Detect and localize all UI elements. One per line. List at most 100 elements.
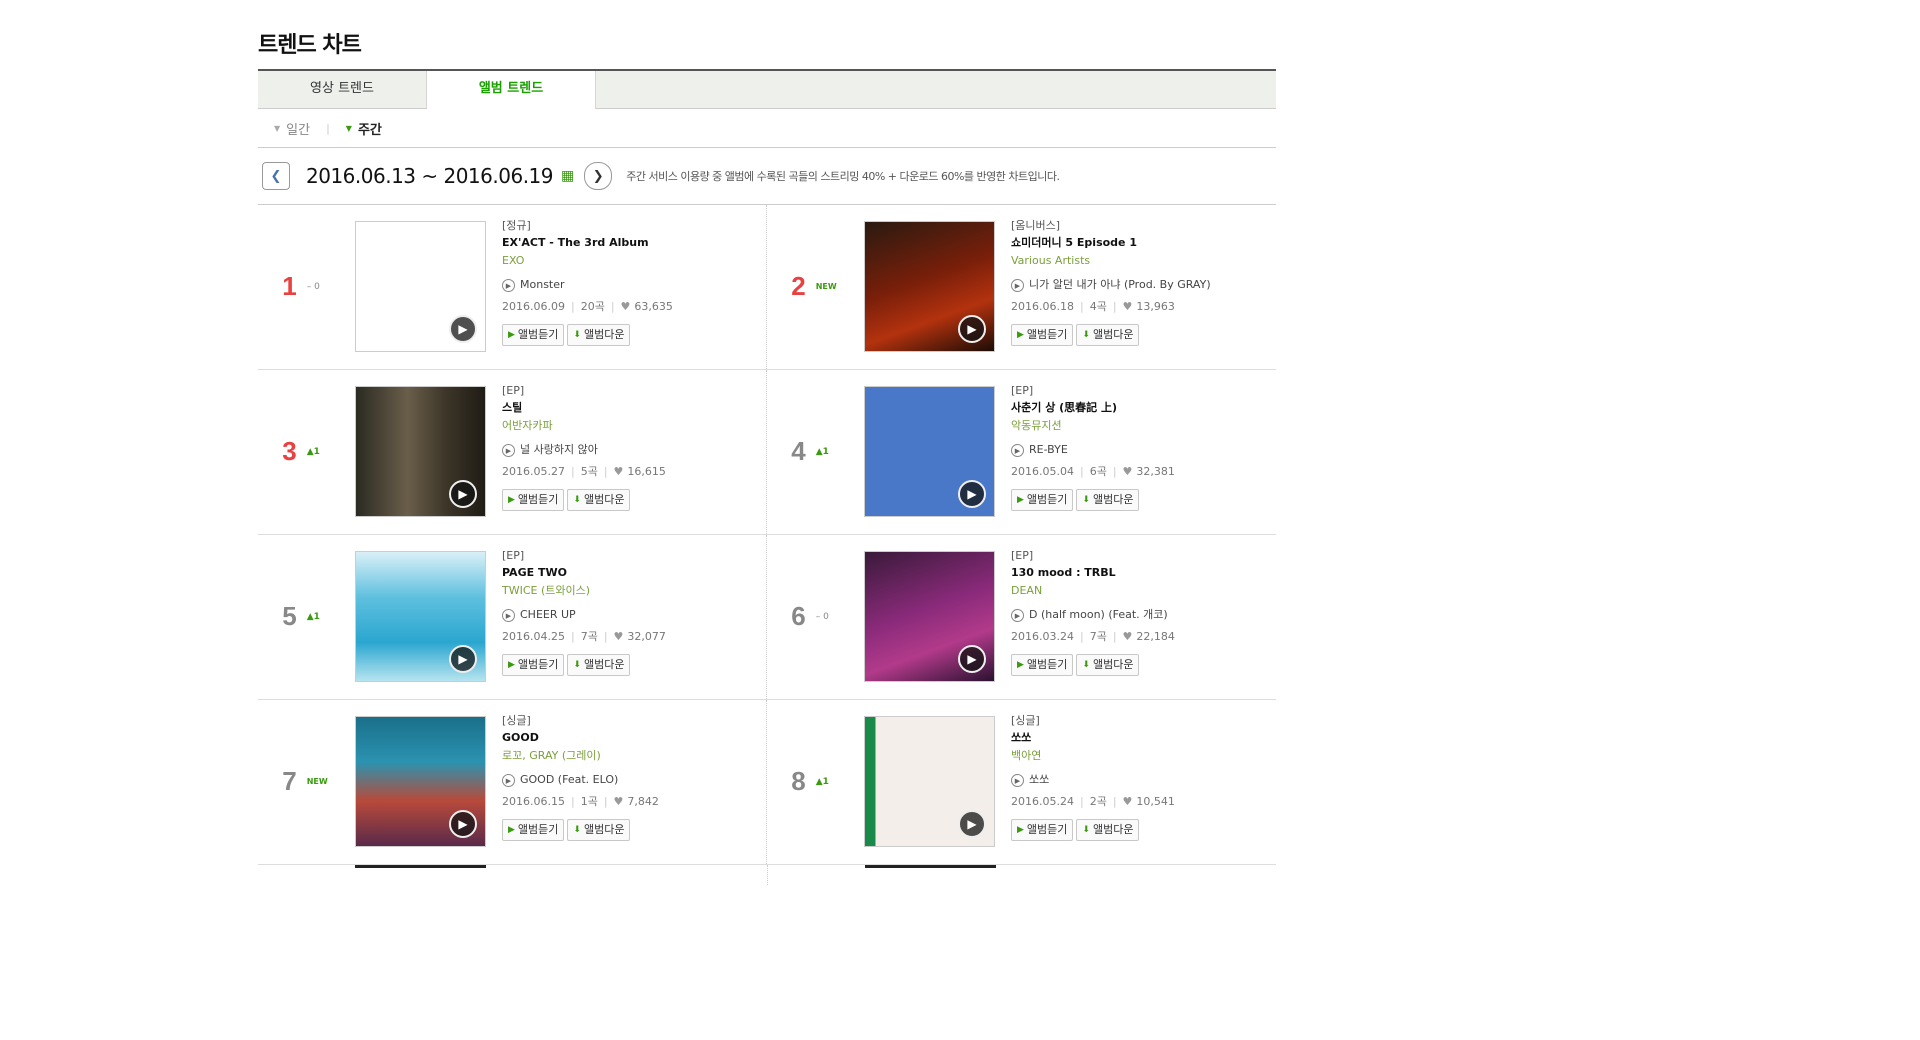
calendar-icon[interactable]: ▦ — [561, 168, 574, 184]
title-song[interactable]: ▶ Monster — [502, 273, 757, 297]
play-icon[interactable]: ▶ — [449, 810, 477, 838]
rank-number: 1 — [282, 271, 297, 301]
chart-row: 1 – 0 ▶ [정규] EX'ACT - The 3rd Album EXO ▶ Monst… — [258, 205, 1276, 370]
download-album-button[interactable]: ⬇ 앨범다운 — [1076, 819, 1140, 841]
play-icon[interactable]: ▶ — [958, 315, 986, 343]
download-album-button[interactable]: ⬇ 앨범다운 — [1076, 654, 1140, 676]
album-title[interactable]: 130 mood : TRBL — [1011, 564, 1266, 582]
listen-album-button[interactable]: ▶ 앨범듣기 — [502, 819, 565, 841]
title-song[interactable]: ▶ GOOD (Feat. ELO) — [502, 768, 757, 792]
play-icon: ▶ — [1017, 495, 1024, 505]
period-selector: ▼ 일간 | ▼ 주간 — [258, 109, 1276, 148]
album-cover[interactable]: ▶ — [864, 551, 995, 682]
album-title[interactable]: 쏘쏘 — [1011, 729, 1266, 747]
title-song[interactable]: ▶ 니가 알던 내가 아냐 (Prod. By GRAY) — [1011, 273, 1266, 297]
album-artist[interactable]: 백아연 — [1011, 747, 1266, 765]
listen-album-button[interactable]: ▶ 앨범듣기 — [502, 324, 565, 346]
rank-change: ▲1 — [815, 776, 829, 787]
title-song[interactable]: ▶ RE-BYE — [1011, 438, 1266, 462]
album-artist[interactable]: DEAN — [1011, 582, 1266, 600]
album-title[interactable]: GOOD — [502, 729, 757, 747]
album-cover[interactable]: ▶ — [355, 716, 486, 847]
album-cover[interactable]: ▶ — [355, 551, 486, 682]
download-album-button[interactable]: ⬇ 앨범다운 — [567, 489, 631, 511]
album-chart-list: 1 – 0 ▶ [정규] EX'ACT - The 3rd Album EXO ▶ Monst… — [258, 205, 1276, 865]
album-type: [EP] — [502, 384, 525, 397]
prev-week-button[interactable]: ❮ — [262, 162, 290, 190]
rank-change: ▲1 — [815, 446, 829, 457]
listen-album-button[interactable]: ▶ 앨범듣기 — [1011, 324, 1074, 346]
heart-icon[interactable]: ♥ — [1123, 462, 1133, 482]
download-album-button[interactable]: ⬇ 앨범다운 — [567, 654, 631, 676]
play-icon: ▶ — [1017, 825, 1024, 835]
album-cover[interactable]: ▶ — [864, 386, 995, 517]
download-album-button[interactable]: ⬇ 앨범다운 — [1076, 489, 1140, 511]
tab-video-trend[interactable]: 영상 트렌드 — [258, 71, 427, 108]
download-icon: ⬇ — [573, 825, 581, 835]
play-icon[interactable]: ▶ — [449, 480, 477, 508]
album-buttons: ▶ 앨범듣기 ⬇ 앨범다운 — [1011, 324, 1266, 346]
play-icon[interactable]: ▶ — [958, 480, 986, 508]
play-icon[interactable]: ▶ — [958, 810, 986, 838]
rank-area: 1 – 0 — [258, 221, 355, 352]
album-artist[interactable]: 어반자카파 — [502, 417, 757, 435]
album-item: 2 NEW ▶ [옴니버스] 쇼미더머니 5 Episode 1 Various Arti… — [767, 205, 1276, 369]
download-album-button[interactable]: ⬇ 앨범다운 — [567, 324, 631, 346]
heart-icon[interactable]: ♥ — [1123, 297, 1133, 317]
album-title[interactable]: 사춘기 상 (思春記 上) — [1011, 399, 1266, 417]
rank-change: ▲1 — [306, 446, 320, 457]
release-date: 2016.06.09 — [502, 300, 565, 313]
album-artist[interactable]: Various Artists — [1011, 252, 1266, 270]
download-icon: ⬇ — [1082, 825, 1090, 835]
album-cover[interactable]: ▶ — [355, 386, 486, 517]
heart-icon[interactable]: ♥ — [621, 297, 631, 317]
album-cover[interactable] — [864, 865, 996, 868]
divider: | — [1112, 465, 1117, 478]
play-icon[interactable]: ▶ — [958, 645, 986, 673]
album-title[interactable]: EX'ACT - The 3rd Album — [502, 234, 757, 252]
album-artist[interactable]: EXO — [502, 252, 757, 270]
listen-album-button[interactable]: ▶ 앨범듣기 — [1011, 489, 1074, 511]
play-circle-icon: ▶ — [1011, 278, 1024, 292]
album-cover[interactable]: ▶ — [864, 221, 995, 352]
period-daily[interactable]: ▼ 일간 — [274, 119, 310, 138]
heart-icon[interactable]: ♥ — [614, 792, 624, 812]
play-icon[interactable]: ▶ — [449, 315, 477, 343]
album-artist[interactable]: TWICE (트와이스) — [502, 582, 757, 600]
period-weekly[interactable]: ▼ 주간 — [346, 119, 382, 138]
rank-number: 8 — [791, 766, 806, 796]
listen-album-button[interactable]: ▶ 앨범듣기 — [502, 654, 565, 676]
heart-icon[interactable]: ♥ — [614, 627, 624, 647]
heart-icon[interactable]: ♥ — [1123, 627, 1133, 647]
divider: | — [570, 630, 575, 643]
title-song[interactable]: ▶ D (half moon) (Feat. 개코) — [1011, 603, 1266, 627]
tab-album-trend[interactable]: 앨범 트렌드 — [427, 71, 596, 109]
title-song[interactable]: ▶ CHEER UP — [502, 603, 757, 627]
divider: | — [1112, 795, 1117, 808]
album-cover[interactable] — [355, 865, 486, 868]
album-title[interactable]: 스틸 — [502, 399, 757, 417]
album-meta: 2016.06.18 | 4곡 | ♥ 13,963 — [1011, 297, 1266, 317]
track-count: 1곡 — [580, 795, 598, 808]
track-count: 7곡 — [580, 630, 598, 643]
trend-chart-section: 트렌드 차트 영상 트렌드 앨범 트렌드 ▼ 일간 | ▼ 주간 ❮ 2016.… — [258, 30, 1276, 885]
heart-icon[interactable]: ♥ — [614, 462, 624, 482]
title-song[interactable]: ▶ 널 사랑하지 않아 — [502, 438, 757, 462]
listen-album-button[interactable]: ▶ 앨범듣기 — [502, 489, 565, 511]
album-cover[interactable]: ▶ — [355, 221, 486, 352]
album-title[interactable]: 쇼미더머니 5 Episode 1 — [1011, 234, 1266, 252]
listen-album-button[interactable]: ▶ 앨범듣기 — [1011, 819, 1074, 841]
album-artist[interactable]: 로꼬, GRAY (그레이) — [502, 747, 757, 765]
rank-area: 5 ▲1 — [258, 551, 355, 682]
heart-icon[interactable]: ♥ — [1123, 792, 1133, 812]
next-week-button[interactable]: ❯ — [584, 162, 613, 190]
album-cover[interactable]: ▶ — [864, 716, 995, 847]
album-title[interactable]: PAGE TWO — [502, 564, 757, 582]
download-album-button[interactable]: ⬇ 앨범다운 — [1076, 324, 1140, 346]
listen-album-button[interactable]: ▶ 앨범듣기 — [1011, 654, 1074, 676]
title-song[interactable]: ▶ 쏘쏘 — [1011, 768, 1266, 792]
album-artist[interactable]: 악동뮤지션 — [1011, 417, 1266, 435]
download-album-button[interactable]: ⬇ 앨범다운 — [567, 819, 631, 841]
play-icon[interactable]: ▶ — [449, 645, 477, 673]
list-continuation — [258, 865, 1276, 885]
